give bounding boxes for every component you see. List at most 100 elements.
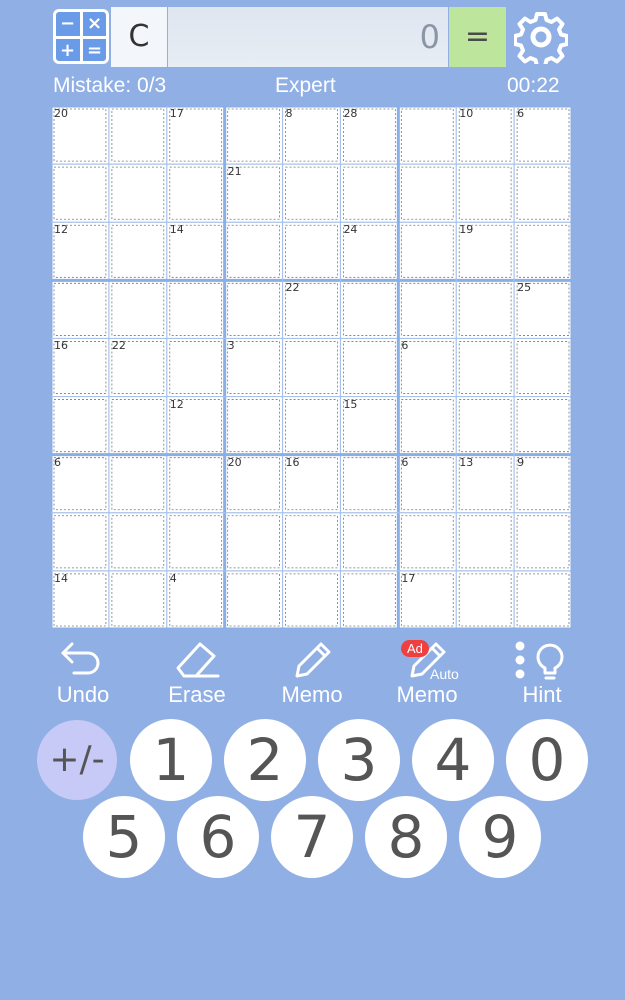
number-button-2[interactable]: 2	[224, 719, 306, 801]
cell[interactable]	[111, 515, 165, 569]
cage-clue: 17	[401, 571, 416, 585]
minus-symbol: −	[60, 13, 76, 34]
cage-clue: 9	[517, 455, 525, 469]
cell[interactable]	[111, 282, 165, 336]
cell[interactable]	[516, 166, 570, 220]
cell[interactable]	[227, 224, 280, 278]
cell[interactable]	[458, 166, 512, 220]
cell[interactable]	[458, 341, 512, 394]
cage-clue: 12	[169, 397, 184, 411]
cell[interactable]	[169, 282, 223, 336]
cell[interactable]	[516, 573, 570, 627]
cell[interactable]	[343, 515, 396, 569]
cell[interactable]	[516, 341, 570, 394]
cell[interactable]	[169, 573, 223, 627]
undo-button[interactable]: Undo	[28, 636, 138, 714]
cage-clue: 6	[401, 339, 409, 353]
cage-clue: 28	[343, 107, 358, 120]
killer-sudoku-board[interactable]: 20 17 8 28 10 6 21 12 14 24 19 22 25 16 22 3 6 12 15 6 20 16 6…	[51, 106, 572, 629]
cell[interactable]	[343, 573, 396, 627]
cell[interactable]	[111, 457, 165, 511]
number-button-6[interactable]: 6	[177, 796, 259, 878]
cell[interactable]	[400, 399, 454, 453]
memo-label: Memo	[281, 682, 343, 707]
cell[interactable]	[111, 399, 165, 453]
cell[interactable]	[343, 341, 396, 394]
cell[interactable]	[227, 341, 280, 394]
cell[interactable]	[285, 341, 338, 394]
cell[interactable]	[169, 166, 223, 220]
number-button-3[interactable]: 3	[318, 719, 400, 801]
cell[interactable]	[400, 166, 454, 220]
cage-clue: 25	[517, 281, 532, 295]
cage-clue: 3	[227, 339, 235, 353]
cell[interactable]	[285, 399, 338, 453]
lightbulb-icon	[515, 641, 564, 680]
cell[interactable]	[458, 515, 512, 569]
cell[interactable]	[285, 224, 338, 278]
times-symbol: ×	[87, 13, 103, 34]
cell[interactable]	[400, 224, 454, 278]
number-button-5[interactable]: 5	[83, 796, 165, 878]
cell[interactable]	[53, 282, 107, 336]
cell[interactable]	[53, 399, 107, 453]
cell[interactable]	[285, 515, 338, 569]
cell[interactable]	[111, 224, 165, 278]
cell[interactable]	[227, 108, 280, 162]
cell[interactable]	[285, 108, 338, 162]
cell[interactable]	[458, 573, 512, 627]
cell[interactable]	[458, 399, 512, 453]
cage-clue: 14	[169, 223, 184, 237]
erase-button[interactable]: Erase	[142, 636, 252, 714]
cell[interactable]	[227, 282, 280, 336]
eraser-icon	[176, 642, 220, 678]
hint-label: Hint	[522, 682, 562, 707]
cell[interactable]	[53, 515, 107, 569]
cage-clue: 21	[227, 165, 242, 179]
auto-memo-button[interactable]: Ad Auto Memo	[372, 636, 482, 714]
cell[interactable]	[169, 515, 223, 569]
cell[interactable]	[400, 515, 454, 569]
number-button-8[interactable]: 8	[365, 796, 447, 878]
cell[interactable]	[227, 515, 280, 569]
cell[interactable]	[516, 224, 570, 278]
cell[interactable]	[400, 341, 454, 394]
cage-clue: 24	[343, 223, 358, 237]
cell[interactable]	[169, 341, 223, 394]
cell[interactable]	[400, 108, 454, 162]
number-button-7[interactable]: 7	[271, 796, 353, 878]
cell[interactable]	[111, 108, 165, 162]
cell[interactable]	[516, 457, 570, 511]
sign-toggle-button[interactable]: +/-	[37, 720, 117, 800]
cell[interactable]	[343, 282, 396, 336]
cell[interactable]	[111, 573, 165, 627]
number-button-1[interactable]: 1	[130, 719, 212, 801]
cell[interactable]	[53, 457, 107, 511]
cell[interactable]	[227, 399, 280, 453]
cell[interactable]	[458, 282, 512, 336]
hint-button[interactable]: Hint	[487, 636, 597, 714]
cell[interactable]	[285, 166, 338, 220]
plus-symbol: +	[60, 40, 76, 61]
cell[interactable]	[516, 108, 570, 162]
memo-button[interactable]: Memo	[257, 636, 367, 714]
cell[interactable]	[343, 166, 396, 220]
cell[interactable]	[53, 166, 107, 220]
cell[interactable]	[516, 515, 570, 569]
calculator-icon[interactable]: − × + =	[53, 9, 109, 64]
cell[interactable]	[516, 399, 570, 453]
gear-icon[interactable]	[514, 10, 568, 64]
cell[interactable]	[285, 573, 338, 627]
cage-clue: 16	[54, 339, 68, 353]
number-button-0[interactable]: 0	[506, 719, 588, 801]
number-button-9[interactable]: 9	[459, 796, 541, 878]
equals-button[interactable]: =	[449, 7, 506, 67]
cell[interactable]	[169, 457, 223, 511]
cell[interactable]	[227, 573, 280, 627]
clear-button[interactable]: C	[111, 7, 167, 67]
cell[interactable]	[400, 457, 454, 511]
cell[interactable]	[343, 457, 396, 511]
number-button-4[interactable]: 4	[412, 719, 494, 801]
cell[interactable]	[111, 166, 165, 220]
cell[interactable]	[400, 282, 454, 336]
